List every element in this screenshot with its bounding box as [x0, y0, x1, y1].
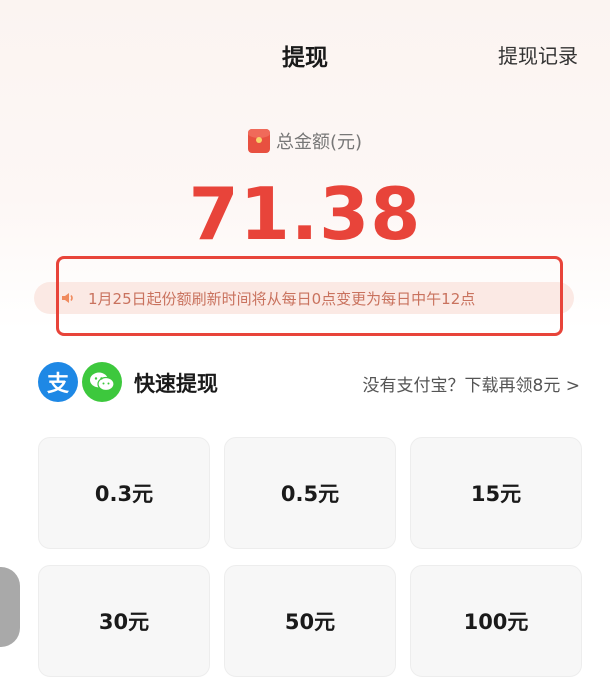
- quick-withdraw-row: 支 快速提现 没有支付宝？下载再领8元 >: [0, 356, 610, 408]
- total-amount-label: 总金额(元): [0, 128, 610, 154]
- total-amount-value: 71.38: [188, 172, 422, 256]
- alipay-icon-glyph: 支: [46, 372, 69, 397]
- floating-assistive-handle[interactable]: [0, 567, 20, 647]
- quick-withdraw-title: 快速提现: [134, 372, 218, 396]
- red-envelope-icon: [247, 129, 270, 153]
- amount-option-0.3[interactable]: 0.3元: [38, 437, 210, 549]
- amount-option-30[interactable]: 30元: [38, 565, 210, 677]
- amount-option-50[interactable]: 50元: [224, 565, 396, 677]
- total-amount-label-text: 总金额(元): [275, 132, 363, 153]
- withdraw-history-link[interactable]: 提现记录: [498, 40, 578, 69]
- alipay-icon[interactable]: 支: [38, 362, 78, 402]
- amount-option-15[interactable]: 15元: [410, 437, 582, 549]
- amount-option-100[interactable]: 100元: [410, 565, 582, 677]
- amount-option-0.5[interactable]: 0.5元: [224, 437, 396, 549]
- wechat-bubbles-icon: [90, 372, 115, 392]
- notice-highlight-outline: [56, 256, 563, 336]
- download-alipay-promo-link[interactable]: 没有支付宝？下载再领8元 >: [363, 371, 580, 396]
- wechat-icon[interactable]: [82, 362, 122, 402]
